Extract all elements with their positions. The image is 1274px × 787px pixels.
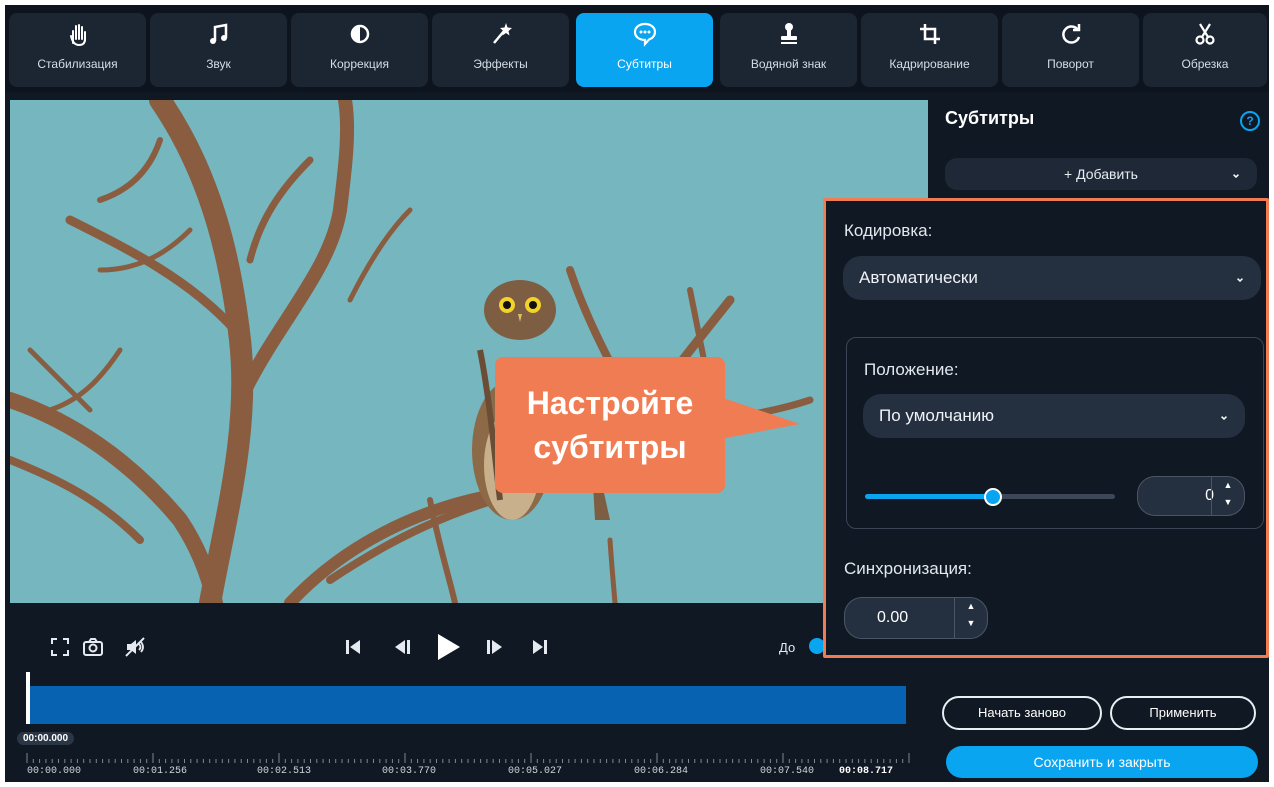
tool-label: Стабилизация: [37, 57, 118, 71]
chevron-down-icon: ⌄: [1218, 408, 1229, 423]
arrow-down-icon[interactable]: ▼: [1212, 494, 1244, 511]
tick-label-end: 00:08.717: [839, 766, 894, 777]
tool-label: Субтитры: [617, 57, 672, 71]
help-icon[interactable]: ?: [1240, 111, 1260, 131]
video-preview: [10, 100, 928, 603]
rotate-icon: [1061, 24, 1080, 44]
tool-label: Кадрирование: [889, 57, 970, 71]
chevron-down-icon[interactable]: ⌄: [1231, 166, 1241, 180]
encoding-dropdown[interactable]: Автоматически ⌄: [843, 256, 1261, 300]
tick-label: 00:05.027: [508, 766, 563, 777]
tool-subtitles[interactable]: Субтитры: [576, 13, 713, 87]
timeline-ruler: [26, 753, 910, 763]
current-time-badge: 00:00.000: [17, 732, 75, 745]
encoding-label: Кодировка:: [844, 221, 933, 240]
playhead[interactable]: [26, 672, 30, 724]
tick-label: 00:00.000: [27, 766, 82, 777]
tool-stabilization[interactable]: Стабилизация: [9, 13, 146, 87]
timeline-track[interactable]: [26, 686, 906, 724]
position-label: Положение:: [864, 360, 959, 379]
sync-value: 0.00: [877, 609, 909, 626]
tool-label: Обрезка: [1181, 57, 1229, 71]
save-and-close-button[interactable]: Сохранить и закрыть: [946, 746, 1258, 778]
offset-slider-fill: [865, 494, 993, 499]
tool-crop[interactable]: Кадрирование: [861, 13, 998, 87]
stamp-icon: [780, 23, 797, 44]
panel-title: Субтитры: [945, 108, 1035, 128]
offset-slider[interactable]: [865, 488, 1115, 506]
arrow-down-icon[interactable]: ▼: [955, 615, 987, 632]
chevron-down-icon: ⌄: [1234, 270, 1245, 285]
sync-stepper-arrows[interactable]: ▲ ▼: [954, 598, 987, 638]
tool-effects[interactable]: Эффекты: [432, 13, 569, 87]
owl-on-branch-image: [10, 100, 928, 603]
add-subtitle-button[interactable]: + Добавить ⌄: [945, 158, 1257, 190]
offset-stepper[interactable]: 0 ▲ ▼: [1137, 476, 1245, 516]
arrow-up-icon[interactable]: ▲: [1212, 477, 1244, 494]
reset-button[interactable]: Начать заново: [942, 696, 1102, 730]
sync-stepper[interactable]: 0.00 ▲ ▼: [844, 597, 988, 639]
subtitle-settings-highlight: Кодировка: Автоматически ⌄ Положение: По…: [823, 198, 1269, 658]
position-dropdown[interactable]: По умолчанию ⌄: [863, 394, 1245, 438]
speech-bubble-icon: [633, 22, 656, 47]
camera-icon[interactable]: [81, 635, 105, 659]
tool-label: Поворот: [1047, 57, 1094, 71]
encoding-value: Автоматически: [859, 268, 978, 287]
tool-rotate[interactable]: Поворот: [1002, 13, 1139, 87]
tool-trim[interactable]: Обрезка: [1143, 13, 1267, 87]
tick-label: 00:02.513: [257, 766, 312, 777]
tool-audio[interactable]: Звук: [150, 13, 287, 87]
callout-line-2: субтитры: [533, 429, 687, 465]
magic-wand-icon: [492, 23, 512, 44]
tool-label: Звук: [206, 57, 231, 71]
crop-icon: [919, 24, 940, 44]
offset-slider-handle[interactable]: [983, 488, 1002, 506]
position-value: По умолчанию: [879, 406, 994, 425]
next-frame-icon[interactable]: [485, 637, 505, 657]
callout-line-1: Настройте: [526, 385, 694, 421]
play-icon[interactable]: [434, 632, 462, 662]
add-subtitle-label: + Добавить: [1064, 166, 1138, 182]
fullscreen-icon[interactable]: [49, 636, 71, 658]
tools-toolbar: Стабилизация Звук Коррекция Эффекты Субт…: [5, 5, 1269, 92]
mute-icon[interactable]: [123, 635, 147, 659]
skip-to-end-icon[interactable]: [530, 637, 550, 657]
music-note-icon: [209, 23, 227, 44]
tool-label: Коррекция: [329, 57, 389, 71]
tool-watermark[interactable]: Водяной знак: [720, 13, 857, 87]
previous-frame-icon[interactable]: [392, 637, 412, 657]
arrow-up-icon[interactable]: ▲: [955, 598, 987, 615]
before-label: До: [779, 640, 796, 655]
hand-icon: [69, 24, 86, 47]
apply-button[interactable]: Применить: [1110, 696, 1256, 730]
tool-correction[interactable]: Коррекция: [291, 13, 428, 87]
contrast-icon: [350, 24, 369, 44]
offset-value: 0: [1205, 487, 1214, 504]
tick-label: 00:06.284: [634, 766, 689, 777]
sync-label: Синхронизация:: [844, 559, 972, 578]
offset-stepper-arrows[interactable]: ▲ ▼: [1211, 477, 1244, 515]
tick-label: 00:03.770: [382, 766, 437, 777]
tick-label: 00:07.540: [760, 766, 815, 777]
scissors-icon: [1195, 23, 1215, 45]
tool-label: Эффекты: [473, 57, 528, 71]
position-group: Положение: По умолчанию ⌄ 0 ▲ ▼: [846, 337, 1264, 529]
video-editor-window: Стабилизация Звук Коррекция Эффекты Субт…: [5, 5, 1269, 782]
skip-to-start-icon[interactable]: [343, 637, 363, 657]
tick-label: 00:01.256: [133, 766, 188, 777]
callout-text: Настройте субтитры: [495, 381, 725, 469]
tool-label: Водяной знак: [750, 57, 827, 71]
